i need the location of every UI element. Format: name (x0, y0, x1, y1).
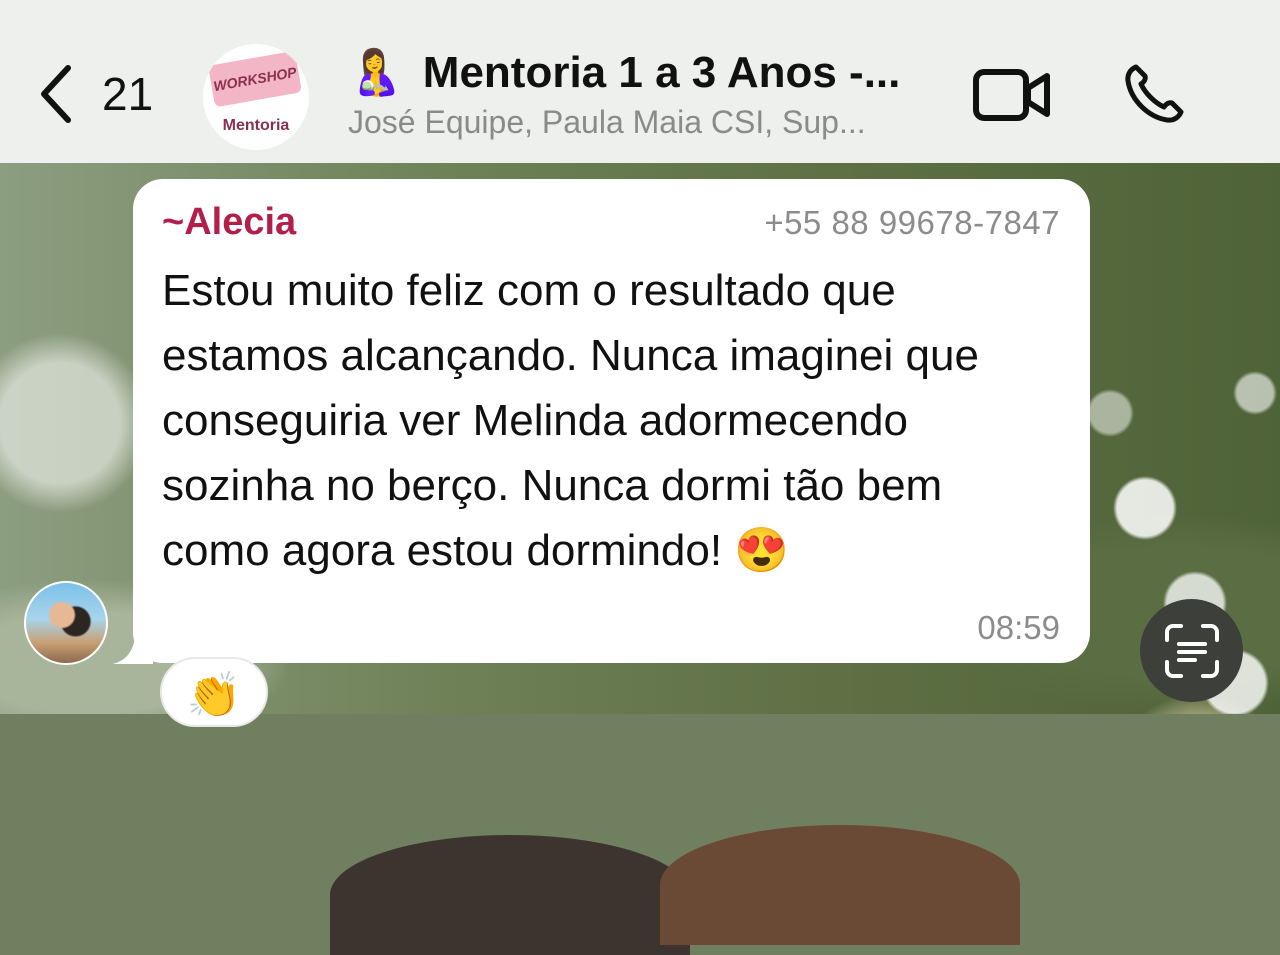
avatar-banner-text: WORKSHOP (212, 63, 298, 95)
chat-info[interactable]: 🤱 Mentoria 1 a 3 Anos -... José Equipe, … (348, 48, 948, 141)
sender-avatar[interactable] (24, 581, 108, 665)
wallpaper-photo-detail (660, 825, 1020, 945)
sender-name-text: Alecia (184, 201, 297, 243)
message-bubble[interactable]: ~Alecia +55 88 99678-7847 Estou muito fe… (133, 179, 1090, 663)
sender-prefix: ~ (162, 201, 185, 243)
group-avatar[interactable]: WORKSHOP Mentoria (203, 44, 309, 150)
chevron-left-icon (41, 65, 71, 123)
back-button[interactable]: 21 (38, 64, 153, 124)
chat-header: 21 WORKSHOP Mentoria 🤱 Mentoria 1 a 3 An… (0, 0, 1280, 163)
phone-icon[interactable] (1122, 62, 1186, 126)
avatar-label: Mentoria (222, 117, 290, 134)
clapping-emoji: 👏 (186, 671, 242, 720)
sender-phone: +55 88 99678-7847 (764, 204, 1060, 241)
unread-count: 21 (102, 68, 154, 120)
reaction-badge[interactable]: 👏 (160, 657, 268, 727)
message-time: 08:59 (977, 609, 1060, 646)
video-call-icon[interactable] (972, 68, 1052, 122)
text-scan-icon (1164, 623, 1219, 678)
live-text-button[interactable] (1140, 599, 1243, 702)
chat-title: Mentoria 1 a 3 Anos -... (422, 48, 901, 97)
participants-list: José Equipe, Paula Maia CSI, Sup... (348, 104, 866, 140)
group-emoji: 🤱 (348, 48, 403, 97)
wallpaper-photo-detail (330, 835, 690, 955)
message-text: Estou muito feliz com o resultado que es… (162, 266, 979, 575)
sender-name[interactable]: ~Alecia (162, 201, 296, 244)
